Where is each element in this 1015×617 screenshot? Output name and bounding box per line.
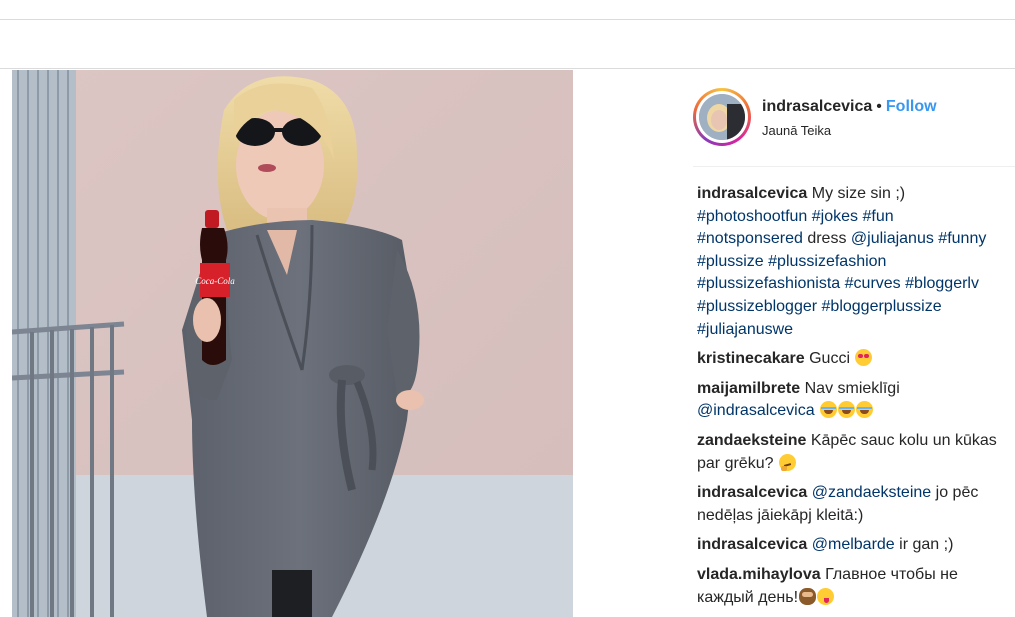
hashtag[interactable]: #notsponsered [697,230,803,247]
comment-author[interactable]: vlada.mihaylova [697,566,821,583]
separator-dot: • [876,98,882,115]
nav-bottom-border [0,68,1015,69]
hashtag[interactable]: #plussizefashion [768,253,886,270]
bottle-label: Coca-Cola [195,276,235,286]
header-divider [693,166,1015,167]
comment-author[interactable]: maijamilbrete [697,380,800,397]
yum-emoji-icon [817,587,835,605]
comment-author[interactable]: indrasalcevica [697,484,807,501]
story-ring[interactable] [693,88,751,146]
comment-author[interactable]: indrasalcevica [697,536,807,553]
caption-author[interactable]: indrasalcevica [697,185,807,202]
comment-text: Gucci [809,350,850,368]
avatar[interactable] [699,94,745,140]
hashtag[interactable]: #funny [938,230,986,247]
comment-author[interactable]: zandaeksteine [697,432,806,449]
comment-item: zandaeksteine Kāpēc sauc kolu un kūkas p… [697,430,1015,475]
heart-eyes-emoji-icon [855,349,873,367]
mention-link[interactable]: @zandaeksteine [812,484,931,501]
mention-link[interactable]: @juliajanus [851,230,934,247]
post-photo[interactable]: Coca-Cola [12,70,573,617]
joy-emoji-icon [820,401,838,419]
caption: indrasalcevica My size sin ;) #photoshoo… [697,183,1015,341]
location-link[interactable]: Jaunā Teika [762,123,831,138]
caption-text: My size sin ;) [811,185,906,202]
username-link[interactable]: indrasalcevica [762,98,872,115]
caption-word: dress [807,230,847,248]
thinking-emoji-icon [778,453,796,471]
joy-emoji-icon [838,401,856,419]
hashtag[interactable]: #fun [862,208,893,225]
joy-emoji-icon [856,401,874,419]
comment-item: indrasalcevica @melbarde ir gan ;) [697,534,1015,557]
comment-text: ir gan ;) [899,536,954,554]
comment-item: maijamilbrete Nav smieklīgi @indrasalcev… [697,378,1015,423]
see-no-evil-monkey-emoji-icon [799,587,817,605]
hashtag[interactable]: #plussizefashionista [697,275,840,292]
hashtag[interactable]: #bloggerlv [905,275,979,292]
top-border [0,19,1015,20]
comment-author[interactable]: kristinecakare [697,350,805,367]
comment-text: Nav smieklīgi [804,379,900,397]
comment-item: indrasalcevica @zandaeksteine jo pēc ned… [697,482,1015,527]
comment-item: vlada.mihaylova Главное чтобы не каждый … [697,564,1015,609]
hashtag[interactable]: #bloggerplussize [822,298,942,315]
hashtag[interactable]: #curves [845,275,901,292]
hashtag[interactable]: #juliajanuswe [697,321,793,338]
comment-item: kristinecakare Gucci [697,348,1015,371]
hashtag[interactable]: #jokes [812,208,858,225]
mention-link[interactable]: @melbarde [812,536,895,553]
follow-button[interactable]: Follow [886,98,937,115]
mention-link[interactable]: @indrasalcevica [697,402,815,419]
hashtag[interactable]: #plussizeblogger [697,298,817,315]
top-navigation-bar [0,0,1015,69]
comments-list: indrasalcevica My size sin ;) #photoshoo… [697,183,1015,616]
hashtag[interactable]: #photoshootfun [697,208,807,225]
hashtag[interactable]: #plussize [697,253,764,270]
post-header: indrasalcevica • Follow Jaunā Teika [693,88,1015,150]
